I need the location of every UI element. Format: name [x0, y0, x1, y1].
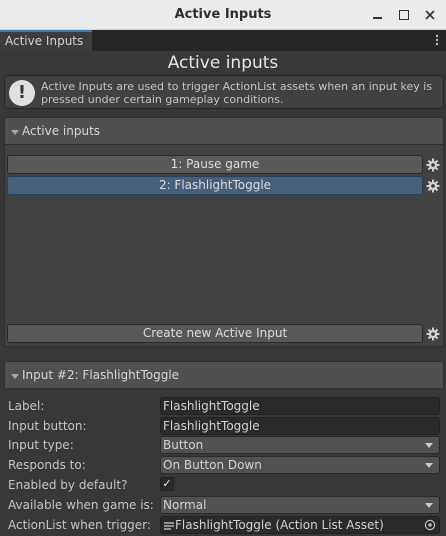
foldout-arrow-icon	[11, 130, 19, 135]
asset-icon	[164, 522, 174, 530]
section-title: Input #2: FlashlightToggle	[22, 368, 180, 382]
more-vertical-icon	[435, 34, 439, 46]
create-active-input-button[interactable]: Create new Active Input	[7, 324, 423, 343]
minimize-button[interactable]	[368, 5, 388, 25]
field-label: Enabled by default?	[8, 478, 128, 492]
tab-bar: Active Inputs	[0, 30, 446, 51]
responds-to-dropdown[interactable]: On Button Down	[160, 456, 440, 474]
field-label: Label:	[8, 399, 45, 413]
page-title: Active inputs	[167, 53, 279, 73]
field-row-available-when: Available when game is: Normal	[0, 495, 446, 515]
field-row-input-button: Input button: FlashlightToggle	[0, 416, 446, 436]
input-detail-section-header[interactable]: Input #2: FlashlightToggle	[4, 361, 444, 389]
active-inputs-section-header[interactable]: Active inputs	[4, 117, 444, 145]
field-row-actionlist: ActionList when trigger: FlashlightToggl…	[0, 515, 446, 535]
dropdown-value: On Button Down	[163, 458, 262, 472]
gear-icon[interactable]	[426, 158, 440, 172]
input-item-pause-game[interactable]: 1: Pause game	[7, 155, 423, 174]
info-icon: !	[9, 80, 35, 106]
info-box: ! Active Inputs are used to trigger Acti…	[4, 75, 444, 109]
field-label: ActionList when trigger:	[8, 518, 151, 532]
chevron-down-icon	[425, 443, 433, 448]
available-when-dropdown[interactable]: Normal	[160, 496, 440, 514]
field-label: Input type:	[8, 438, 74, 452]
chevron-down-icon	[425, 463, 433, 468]
dropdown-value: Normal	[163, 498, 207, 512]
input-type-dropdown[interactable]: Button	[160, 436, 440, 454]
close-icon	[425, 10, 435, 20]
chevron-down-icon	[425, 503, 433, 508]
field-row-enabled-by-default: Enabled by default? ✓	[0, 475, 446, 495]
input-item-flashlight-toggle[interactable]: 2: FlashlightToggle	[7, 176, 423, 195]
maximize-button[interactable]	[394, 5, 414, 25]
info-text: Active Inputs are used to trigger Action…	[41, 80, 433, 106]
actionlist-object-field[interactable]: FlashlightToggle (Action List Asset)	[160, 516, 440, 534]
gear-icon[interactable]	[426, 327, 440, 341]
tab-active-inputs[interactable]: Active Inputs	[0, 30, 92, 51]
enabled-by-default-checkbox[interactable]: ✓	[160, 477, 174, 491]
close-button[interactable]	[420, 5, 440, 25]
tab-menu-button[interactable]	[431, 32, 443, 48]
gear-icon[interactable]	[426, 179, 440, 193]
field-label: Input button:	[8, 419, 87, 433]
input-button-text-field[interactable]: FlashlightToggle	[160, 417, 440, 435]
field-label: Responds to:	[8, 458, 86, 472]
label-text-field[interactable]: FlashlightToggle	[160, 397, 440, 415]
dropdown-value: Button	[163, 438, 204, 452]
field-row-label: Label: FlashlightToggle	[0, 396, 446, 416]
object-field-value: FlashlightToggle (Action List Asset)	[175, 518, 384, 532]
checkmark-icon: ✓	[162, 477, 172, 490]
foldout-arrow-icon	[11, 374, 19, 379]
field-row-responds-to: Responds to: On Button Down	[0, 455, 446, 475]
object-picker-icon[interactable]	[424, 519, 436, 531]
section-title: Active inputs	[22, 124, 101, 138]
field-row-input-type: Input type: Button	[0, 435, 446, 455]
window-titlebar: Active Inputs	[0, 0, 446, 30]
field-label: Available when game is:	[8, 498, 154, 512]
